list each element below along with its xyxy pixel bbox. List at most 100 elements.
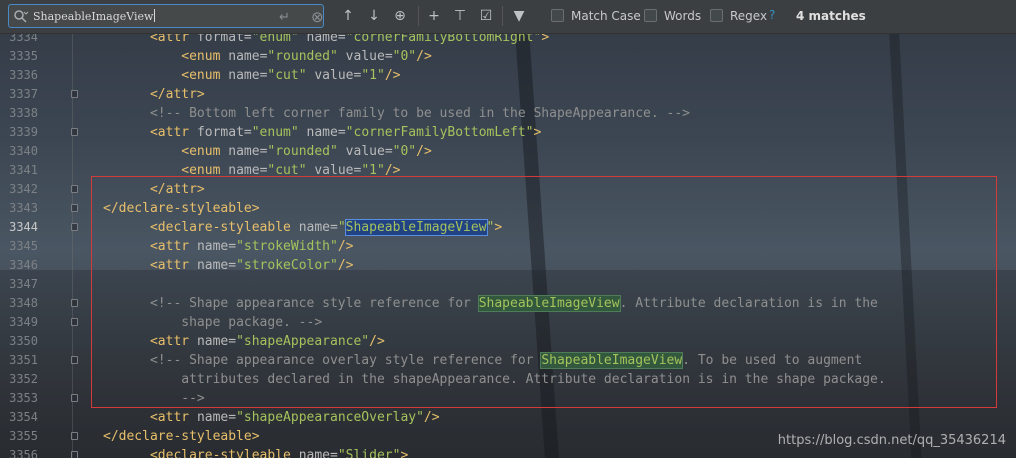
code-line[interactable]: 3350 <attr name="shapeAppearance"/> (0, 332, 1016, 351)
code-token: value (306, 163, 354, 178)
fold-marker-icon[interactable] (71, 318, 78, 326)
code-line[interactable]: 3354 <attr name="shapeAppearanceOverlay"… (0, 408, 1016, 427)
watermark: https://blog.csdn.net/qq_35436214 (777, 433, 1006, 448)
code-token: = (330, 448, 338, 458)
code-line[interactable]: 3345 <attr name="strokeWidth"/> (0, 237, 1016, 256)
code-token: /> (423, 410, 440, 425)
line-number: 3338 (9, 106, 38, 120)
code-text: <!-- Shape appearance overlay style refe… (103, 351, 862, 370)
code-token: > (494, 220, 503, 235)
code-token: > (400, 448, 409, 458)
line-number: 3343 (9, 201, 38, 215)
fold-marker-icon[interactable] (71, 223, 78, 231)
fold-marker-icon[interactable] (71, 90, 78, 98)
code-token: "1" (361, 68, 385, 83)
regex-help-link[interactable]: ? (769, 8, 775, 22)
code-token: name (298, 448, 330, 458)
clear-icon[interactable]: ⊗ (311, 8, 324, 26)
match-case-label[interactable]: Match Case (571, 9, 641, 23)
fold-marker-icon[interactable] (71, 394, 78, 402)
code-token: = (330, 220, 338, 235)
match-case-checkbox[interactable] (551, 9, 564, 22)
search-input[interactable]: ShapeableImageView ↵ ⊗ (8, 4, 324, 28)
regex-checkbox[interactable] (710, 9, 723, 22)
filter-icon[interactable]: ▼ (511, 8, 527, 24)
code-token: "rounded" (267, 49, 338, 64)
code-token: <attr (149, 334, 197, 349)
search-match: ShapeableImageView (540, 352, 684, 369)
previous-occurrence-icon[interactable]: ↑ (340, 8, 356, 24)
code-text: shape package. --> (103, 313, 322, 332)
code-token: > (533, 125, 542, 140)
code-line[interactable]: 3346 <attr name="strokeColor"/> (0, 256, 1016, 275)
code-line[interactable]: 3338 <!-- Bottom left corner family to b… (0, 104, 1016, 123)
code-line[interactable]: 3348 <!-- Shape appearance style referen… (0, 294, 1016, 313)
code-line[interactable]: 3352 attributes declared in the shapeApp… (0, 370, 1016, 389)
code-text: </attr> (103, 85, 205, 104)
code-editor[interactable]: 3334 <attr format="enum" name="cornerFam… (0, 30, 1016, 458)
code-token: /> (416, 49, 432, 64)
fold-marker-icon[interactable] (71, 128, 78, 136)
regex-label[interactable]: Regex (730, 9, 767, 23)
code-token: value (306, 68, 354, 83)
code-line[interactable]: 3349 shape package. --> (0, 313, 1016, 332)
remove-selection-icon[interactable]: ⊤ (452, 8, 468, 24)
next-occurrence-icon[interactable]: ↓ (366, 8, 382, 24)
code-line[interactable]: 3341 <enum name="cut" value="1"/> (0, 161, 1016, 180)
line-number: 3335 (9, 49, 38, 63)
code-token: = (384, 144, 393, 159)
code-line[interactable]: 3339 <attr format="enum" name="cornerFam… (0, 123, 1016, 142)
fold-marker-icon[interactable] (71, 356, 78, 364)
toolbar-divider (502, 6, 503, 26)
fold-marker-icon[interactable] (71, 451, 78, 458)
words-label[interactable]: Words (664, 9, 701, 23)
fold-marker-icon[interactable] (71, 299, 78, 307)
code-token: "strokeWidth" (236, 239, 338, 254)
words-checkbox[interactable] (644, 9, 657, 22)
code-token: </declare-styleable> (103, 429, 260, 444)
code-token: /> (416, 144, 432, 159)
add-selection-icon[interactable]: + (426, 8, 442, 24)
code-token: name (298, 220, 330, 235)
code-token: <!-- Shape appearance overlay style refe… (149, 353, 542, 368)
code-token: </attr> (149, 182, 205, 197)
code-line[interactable]: 3344 <declare-styleable name="ShapeableI… (0, 218, 1016, 237)
select-all-occurrences-icon[interactable]: ☑ (478, 8, 494, 24)
code-token: name (196, 258, 229, 273)
fold-marker-icon[interactable] (71, 432, 78, 440)
code-text: <attr name="shapeAppearanceOverlay"/> (103, 408, 440, 427)
code-text: </attr> (103, 180, 205, 199)
code-token: = (384, 49, 393, 64)
code-line[interactable]: 3335 <enum name="rounded" value="0"/> (0, 47, 1016, 66)
fold-marker-icon[interactable] (71, 204, 78, 212)
code-line[interactable]: 3343 </declare-styleable> (0, 199, 1016, 218)
line-number: 3348 (9, 296, 38, 310)
code-line[interactable]: 3337 </attr> (0, 85, 1016, 104)
search-icon[interactable] (13, 9, 29, 25)
line-number: 3345 (9, 239, 38, 253)
code-token: = (228, 258, 237, 273)
code-token: /> (384, 68, 401, 83)
code-text: <attr format="enum" name="cornerFamilyBo… (103, 123, 541, 142)
code-line[interactable]: 3340 <enum name="rounded" value="0"/> (0, 142, 1016, 161)
code-token: <enum (181, 49, 229, 64)
code-line[interactable]: 3351 <!-- Shape appearance overlay style… (0, 351, 1016, 370)
find-all-icon[interactable]: ⊕ (392, 8, 408, 24)
code-line[interactable]: 3347 (0, 275, 1016, 294)
line-number: 3342 (9, 182, 38, 196)
code-token: name (298, 125, 338, 140)
code-token: /> (384, 163, 401, 178)
code-token: = (228, 410, 237, 425)
code-token: " (337, 220, 346, 235)
code-line[interactable]: 3342 </attr> (0, 180, 1016, 199)
code-token: name (196, 410, 229, 425)
code-line[interactable]: 3353 --> (0, 389, 1016, 408)
fold-marker-icon[interactable] (71, 185, 78, 193)
code-line[interactable]: 3336 <enum name="cut" value="1"/> (0, 66, 1016, 85)
